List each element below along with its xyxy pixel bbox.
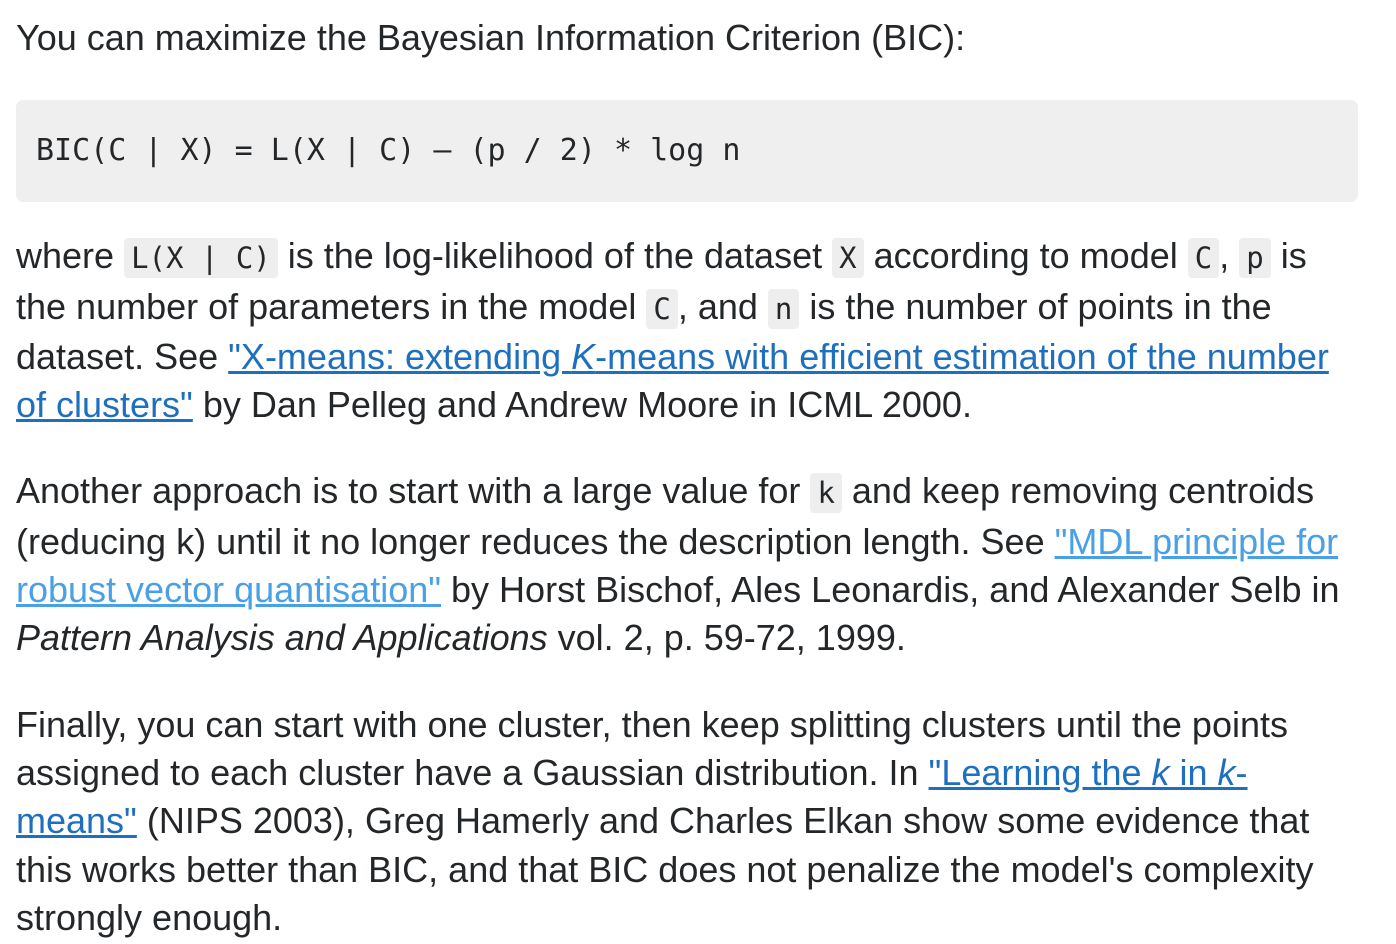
link-italic-text: k — [1151, 751, 1170, 793]
inline-code-k: k — [810, 473, 842, 514]
journal-title: Pattern Analysis and Applications — [16, 617, 548, 659]
inline-code-dataset: X — [832, 238, 864, 279]
link-italic-text: k — [1217, 751, 1236, 793]
link-text: "Learning the — [928, 751, 1152, 793]
where-paragraph: where L(X | C) is the log-likelihood of … — [16, 232, 1358, 429]
text-segment: by Horst Bischof, Ales Leonardis, and Al… — [441, 569, 1340, 611]
text-segment: is the log-likelihood of the dataset — [277, 235, 833, 277]
text-segment: , and — [677, 285, 768, 327]
inline-code-parameters: p — [1239, 238, 1271, 279]
inline-code-log-likelihood: L(X | C) — [124, 238, 278, 279]
text-segment: vol. 2, p. 59-72, 1999. — [547, 617, 906, 659]
answer-body: You can maximize the Bayesian Informatio… — [16, 0, 1358, 942]
link-text: "X-means: extending — [228, 335, 572, 377]
inline-code-model: C — [1187, 238, 1220, 279]
bic-formula-code-block: BIC(C | X) = L(X | C) – (p / 2) * log n — [16, 100, 1358, 203]
bic-formula: BIC(C | X) = L(X | C) – (p / 2) * log n — [36, 133, 741, 169]
mdl-paragraph: Another approach is to start with a larg… — [16, 467, 1358, 662]
link-text: in — [1169, 751, 1218, 793]
text-segment: by Dan Pelleg and Andrew Moore in ICML 2… — [192, 384, 972, 426]
text-segment: , — [1219, 235, 1240, 277]
text-segment: Another approach is to start with a larg… — [16, 470, 811, 512]
text-segment: according to model — [863, 235, 1188, 277]
inline-code-model: C — [646, 288, 678, 329]
text-segment: (NIPS 2003), Greg Hamerly and Charles El… — [16, 800, 1314, 938]
intro-paragraph: You can maximize the Bayesian Informatio… — [16, 14, 1358, 62]
inline-code-points: n — [767, 288, 800, 329]
gmeans-paragraph: Finally, you can start with one cluster,… — [16, 701, 1358, 942]
intro-text: You can maximize the Bayesian Informatio… — [16, 17, 966, 58]
link-italic-text: K — [571, 335, 596, 377]
text-segment: where — [16, 235, 125, 277]
